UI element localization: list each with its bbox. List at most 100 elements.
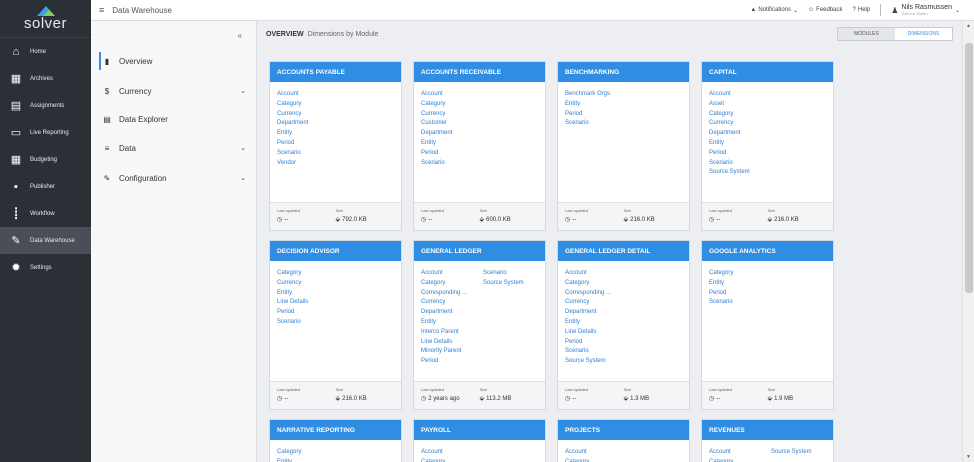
rail-item-settings[interactable]: ✹ Settings [0,254,91,281]
dimension-link[interactable]: Category [277,269,339,279]
scroll-up-icon[interactable]: ▲ [966,23,971,29]
dimension-link[interactable]: Currency [709,119,771,129]
dimension-link[interactable]: Scenario [709,298,771,308]
dimension-link[interactable]: Category [421,100,483,110]
dimension-link[interactable]: Period [421,149,483,159]
dimension-link[interactable]: Minority Parent [421,347,483,357]
module-card-title[interactable]: GENERAL LEDGER DETAIL [558,241,689,261]
dimension-link[interactable]: Currency [421,110,483,120]
dimension-link[interactable]: Currency [421,298,483,308]
hamburger-menu-icon[interactable]: ≡ [99,5,104,15]
dimension-link[interactable]: Account [421,269,483,279]
module-card-title[interactable]: DECISION ADVISOR [270,241,401,261]
dimension-link[interactable]: Benchmark Orgs [565,90,627,100]
panel-item-configuration[interactable]: ✎ Configuration ⌄ [101,168,246,188]
dimension-link[interactable]: Account [565,448,627,458]
dimension-link[interactable]: Period [709,149,771,159]
dimension-link[interactable]: Department [421,308,483,318]
dimension-link[interactable]: Currency [277,110,339,120]
dimension-link[interactable]: Category [565,458,627,462]
dimension-link[interactable]: Scenario [565,347,627,357]
dimension-link[interactable]: Source System [771,448,833,458]
module-card-title[interactable]: NARRATIVE REPORTING [270,420,401,440]
rail-item-budgeting[interactable]: ▦ Budgeting [0,146,91,173]
dimension-link[interactable]: Scenario [277,149,339,159]
dimension-link[interactable]: Line Details [277,298,339,308]
rail-item-archives[interactable]: ▦ Archives [0,65,91,92]
dimension-link[interactable]: Customer [421,119,483,129]
dimension-link[interactable]: Entity [709,139,771,149]
panel-item-data[interactable]: ≡ Data ⌄ [101,138,246,158]
module-card-title[interactable]: BENCHMARKING [558,62,689,82]
feedback-button[interactable]: ☺ Feedback [808,7,843,13]
dimension-link[interactable]: Account [421,448,483,458]
dimension-link[interactable]: Scenario [421,159,483,169]
module-card-title[interactable]: ACCOUNTS RECEIVABLE [414,62,545,82]
dimension-link[interactable]: Period [421,357,483,367]
panel-item-overview[interactable]: ▮ Overview [99,51,246,71]
dimension-link[interactable]: Corresponding ... [565,289,627,299]
scrollbar-thumb[interactable] [965,43,973,293]
dimension-link[interactable]: Account [709,448,771,458]
dimension-link[interactable]: Entity [277,289,339,299]
dimension-link[interactable]: Period [565,110,627,120]
dimension-link[interactable]: Department [421,129,483,139]
scroll-down-icon[interactable]: ▼ [966,454,971,460]
dimension-link[interactable]: Asset [709,100,771,110]
module-card-title[interactable]: PAYROLL [414,420,545,440]
dimension-link[interactable]: Account [421,90,483,100]
rail-item-workflow[interactable]: ┋ Workflow [0,200,91,227]
rail-item-assignments[interactable]: ▤ Assignments [0,92,91,119]
module-card-title[interactable]: GOOGLE ANALYTICS [702,241,833,261]
dimension-link[interactable]: Source System [709,168,771,178]
dimension-link[interactable]: Account [277,90,339,100]
module-card-title[interactable]: ACCOUNTS PAYABLE [270,62,401,82]
dimension-link[interactable]: Department [709,129,771,139]
dimension-link[interactable]: Line Details [565,328,627,338]
dimension-link[interactable]: Category [709,269,771,279]
chevron-down-icon[interactable]: ⌄ [240,174,246,182]
chevron-down-icon[interactable]: ⌄ [240,144,246,152]
dimension-link[interactable]: Entity [709,279,771,289]
solver-logo[interactable]: solver [0,0,91,38]
dimension-link[interactable]: Entity [565,100,627,110]
dimension-link[interactable]: Scenario [565,119,627,129]
dimension-link[interactable]: Period [709,289,771,299]
dimension-link[interactable]: Category [421,279,483,289]
rail-item-publisher[interactable]: ▪ Publisher [0,173,91,200]
user-menu[interactable]: ♟ Nils Rasmussen SolDest Martin ⌄ [891,4,960,16]
dimension-link[interactable]: Entity [421,139,483,149]
page-scrollbar[interactable]: ▲ ▼ [962,21,974,462]
collapse-panel-icon[interactable]: « [238,31,242,40]
dimension-link[interactable]: Period [565,338,627,348]
dimension-link[interactable]: Category [565,279,627,289]
dimension-link[interactable]: Vendor [277,159,339,169]
dimension-link[interactable]: Corresponding ... [421,289,483,299]
help-button[interactable]: ? Help [853,7,871,13]
dimension-link[interactable]: Scenario [483,269,545,279]
module-card-title[interactable]: GENERAL LEDGER [414,241,545,261]
dimension-link[interactable]: Category [421,458,483,462]
dimension-link[interactable]: Account [709,90,771,100]
dimension-link[interactable]: Scenario [277,318,339,328]
dimension-link[interactable]: Line Details [421,338,483,348]
notifications-button[interactable]: ▲ Notifications ⌄ [750,7,798,14]
rail-item-home[interactable]: ⌂ Home [0,38,91,65]
dimension-link[interactable]: Source System [483,279,545,289]
dimension-link[interactable]: Category [709,110,771,120]
panel-item-currency[interactable]: $ Currency ⌄ [101,81,246,101]
dimension-link[interactable]: Entity [277,129,339,139]
dimension-link[interactable]: Currency [277,279,339,289]
dimension-link[interactable]: Category [709,458,771,462]
rail-item-live-reporting[interactable]: ▭ Live Reporting [0,119,91,146]
dimension-link[interactable]: Period [277,308,339,318]
dimension-link[interactable]: Interco Parent [421,328,483,338]
dimension-link[interactable]: Account [565,269,627,279]
panel-item-data-explorer[interactable]: ▤ Data Explorer [101,109,246,129]
dimension-link[interactable]: Source System [565,357,627,367]
module-card-title[interactable]: CAPITAL [702,62,833,82]
dimension-link[interactable]: Entity [565,318,627,328]
chevron-down-icon[interactable]: ⌄ [240,87,246,95]
dimension-link[interactable]: Entity [421,318,483,328]
dimension-link[interactable]: Entity [277,458,339,462]
